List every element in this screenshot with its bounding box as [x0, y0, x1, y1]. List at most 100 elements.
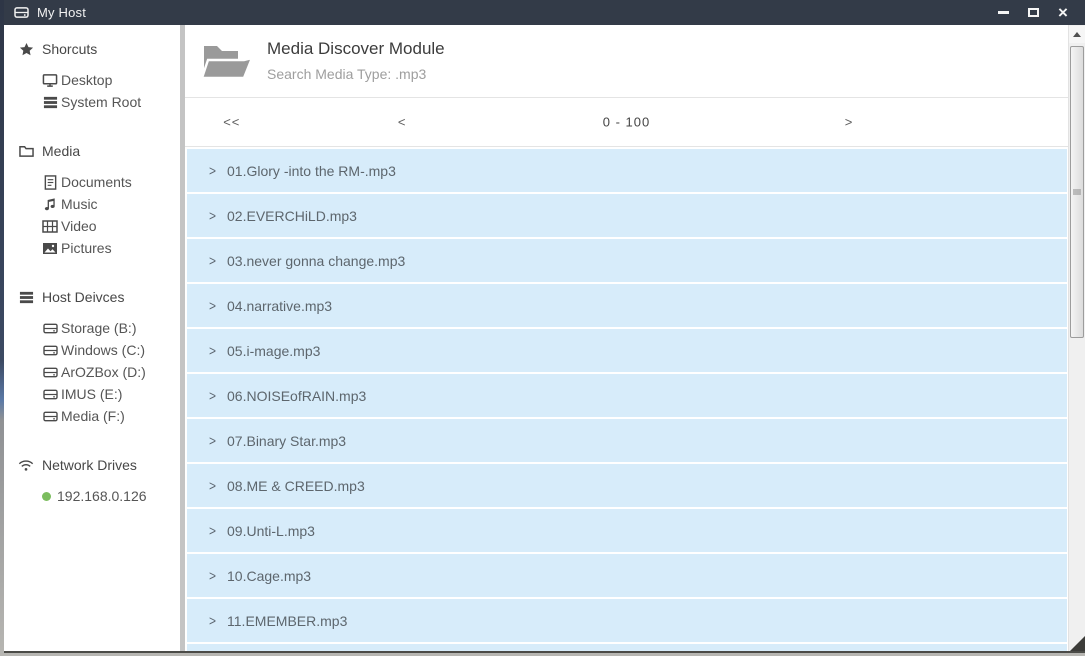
folder-icon — [18, 144, 34, 158]
main-panel: Media Discover Module Search Media Type:… — [185, 25, 1068, 651]
scrollbar-grip-icon — [1073, 189, 1081, 196]
sidebar-item-label: Pictures — [61, 240, 112, 256]
file-list-item[interactable]: > 01.Glory -into the RM-.mp3 — [187, 149, 1067, 192]
drive-icon — [42, 344, 58, 357]
window-controls: × — [995, 0, 1071, 25]
file-name: 11.EMEMBER.mp3 — [227, 613, 347, 629]
sidebar-section-network-drives: Network Drives 192.168.0.126 — [18, 455, 180, 507]
sidebar-item-label: IMUS (E:) — [61, 386, 122, 402]
chevron-right-icon: > — [209, 252, 216, 268]
file-list-item[interactable]: > 03.never gonna change.mp3 — [187, 239, 1067, 282]
sidebar-section-media: Media Documents Music — [18, 141, 180, 259]
file-name: 05.i-mage.mp3 — [227, 343, 320, 359]
sidebar-item-label: Media (F:) — [61, 408, 125, 424]
sidebar-item-label: Storage (B:) — [61, 320, 136, 336]
drive-icon — [14, 6, 29, 19]
open-folder-icon — [198, 40, 250, 84]
window-title: My Host — [37, 5, 86, 20]
module-title: Media Discover Module — [267, 39, 445, 59]
drive-icon — [42, 388, 58, 401]
chevron-right-icon: > — [209, 387, 216, 403]
star-icon — [18, 42, 34, 57]
file-name: 09.Unti-L.mp3 — [227, 523, 315, 539]
minimize-icon — [998, 11, 1009, 14]
sidebar-item-imus-e[interactable]: IMUS (E:) — [42, 383, 180, 405]
chevron-right-icon: > — [209, 477, 216, 493]
sidebar-item-label: System Root — [61, 94, 141, 110]
chevron-right-icon: > — [209, 432, 216, 448]
sidebar-header-host-devices: Host Deivces — [18, 287, 180, 307]
section-label: Network Drives — [42, 457, 137, 473]
sidebar: Shorcuts Desktop System Root — [4, 25, 180, 651]
title-bar[interactable]: My Host × — [4, 0, 1085, 25]
chevron-right-icon: > — [209, 612, 216, 628]
drive-icon — [42, 322, 58, 335]
module-subtitle: Search Media Type: .mp3 — [267, 66, 426, 82]
sidebar-item-label: Music — [61, 196, 98, 212]
maximize-button[interactable] — [1025, 5, 1041, 21]
chevron-right-icon: > — [209, 207, 216, 223]
sidebar-item-music[interactable]: Music — [42, 193, 180, 215]
file-list-item[interactable]: > 09.Unti-L.mp3 — [187, 509, 1067, 552]
vertical-scrollbar[interactable] — [1068, 25, 1085, 651]
file-name: 02.EVERCHiLD.mp3 — [227, 208, 357, 224]
document-icon — [42, 175, 58, 190]
sidebar-item-pictures[interactable]: Pictures — [42, 237, 180, 259]
file-name: 07.Binary Star.mp3 — [227, 433, 346, 449]
file-name: 10.Cage.mp3 — [227, 568, 311, 584]
drive-icon — [42, 410, 58, 423]
file-name: 08.ME & CREED.mp3 — [227, 478, 365, 494]
maximize-icon — [1028, 8, 1039, 17]
close-button[interactable]: × — [1055, 5, 1071, 21]
music-note-icon — [42, 197, 58, 212]
sidebar-item-label: ArOZBox (D:) — [61, 364, 146, 380]
window-body: Shorcuts Desktop System Root — [4, 25, 1085, 651]
file-name: 04.narrative.mp3 — [227, 298, 332, 314]
previous-page-button[interactable]: < — [398, 115, 407, 130]
sidebar-header-network-drives: Network Drives — [18, 455, 180, 475]
sidebar-item-label: Documents — [61, 174, 132, 190]
file-list-item[interactable]: > 05.i-mage.mp3 — [187, 329, 1067, 372]
scrollbar-thumb[interactable] — [1070, 46, 1084, 338]
next-page-button[interactable]: > — [845, 115, 854, 130]
section-label: Host Deivces — [42, 289, 124, 305]
file-list-item[interactable]: > 08.ME & CREED.mp3 — [187, 464, 1067, 507]
close-icon: × — [1058, 5, 1068, 21]
module-header: Media Discover Module Search Media Type:… — [185, 25, 1068, 98]
scroll-up-button[interactable] — [1069, 26, 1085, 43]
file-list-item[interactable]: > 11.EMEMBER.mp3 — [187, 599, 1067, 642]
sidebar-item-label: Video — [61, 218, 97, 234]
section-label: Shorcuts — [42, 41, 97, 57]
sidebar-item-network-192-168-0-126[interactable]: 192.168.0.126 — [42, 485, 180, 507]
file-list-item[interactable]: > 02.EVERCHiLD.mp3 — [187, 194, 1067, 237]
pagination-bar: << < 0 - 100 > — [185, 98, 1068, 147]
sidebar-item-media-f[interactable]: Media (F:) — [42, 405, 180, 427]
sidebar-item-system-root[interactable]: System Root — [42, 91, 180, 113]
file-list-item[interactable]: > 07.Binary Star.mp3 — [187, 419, 1067, 462]
online-status-dot — [42, 492, 51, 501]
sidebar-item-storage-b[interactable]: Storage (B:) — [42, 317, 180, 339]
chevron-right-icon: > — [209, 297, 216, 313]
wifi-icon — [18, 459, 34, 472]
file-list-item[interactable]: > 06.NOISEofRAIN.mp3 — [187, 374, 1067, 417]
file-list-item[interactable]: > 04.narrative.mp3 — [187, 284, 1067, 327]
chevron-right-icon: > — [209, 567, 216, 583]
section-label: Media — [42, 143, 80, 159]
sidebar-item-documents[interactable]: Documents — [42, 171, 180, 193]
file-name: 06.NOISEofRAIN.mp3 — [227, 388, 366, 404]
file-list-item[interactable]: > 10.Cage.mp3 — [187, 554, 1067, 597]
file-name: 03.never gonna change.mp3 — [227, 253, 405, 269]
my-host-window: My Host × Shorcuts — [4, 0, 1085, 653]
film-icon — [42, 220, 58, 233]
sidebar-section-host-devices: Host Deivces Storage (B:) Windows (C:) — [18, 287, 180, 427]
sidebar-item-label: Windows (C:) — [61, 342, 145, 358]
sidebar-item-arozbox-d[interactable]: ArOZBox (D:) — [42, 361, 180, 383]
chevron-right-icon: > — [209, 342, 216, 358]
sidebar-item-desktop[interactable]: Desktop — [42, 69, 180, 91]
minimize-button[interactable] — [995, 5, 1011, 21]
sidebar-item-video[interactable]: Video — [42, 215, 180, 237]
first-page-button[interactable]: << — [223, 115, 240, 130]
sidebar-item-label: Desktop — [61, 72, 112, 88]
sidebar-item-windows-c[interactable]: Windows (C:) — [42, 339, 180, 361]
window-resize-grip[interactable] — [1070, 636, 1085, 651]
